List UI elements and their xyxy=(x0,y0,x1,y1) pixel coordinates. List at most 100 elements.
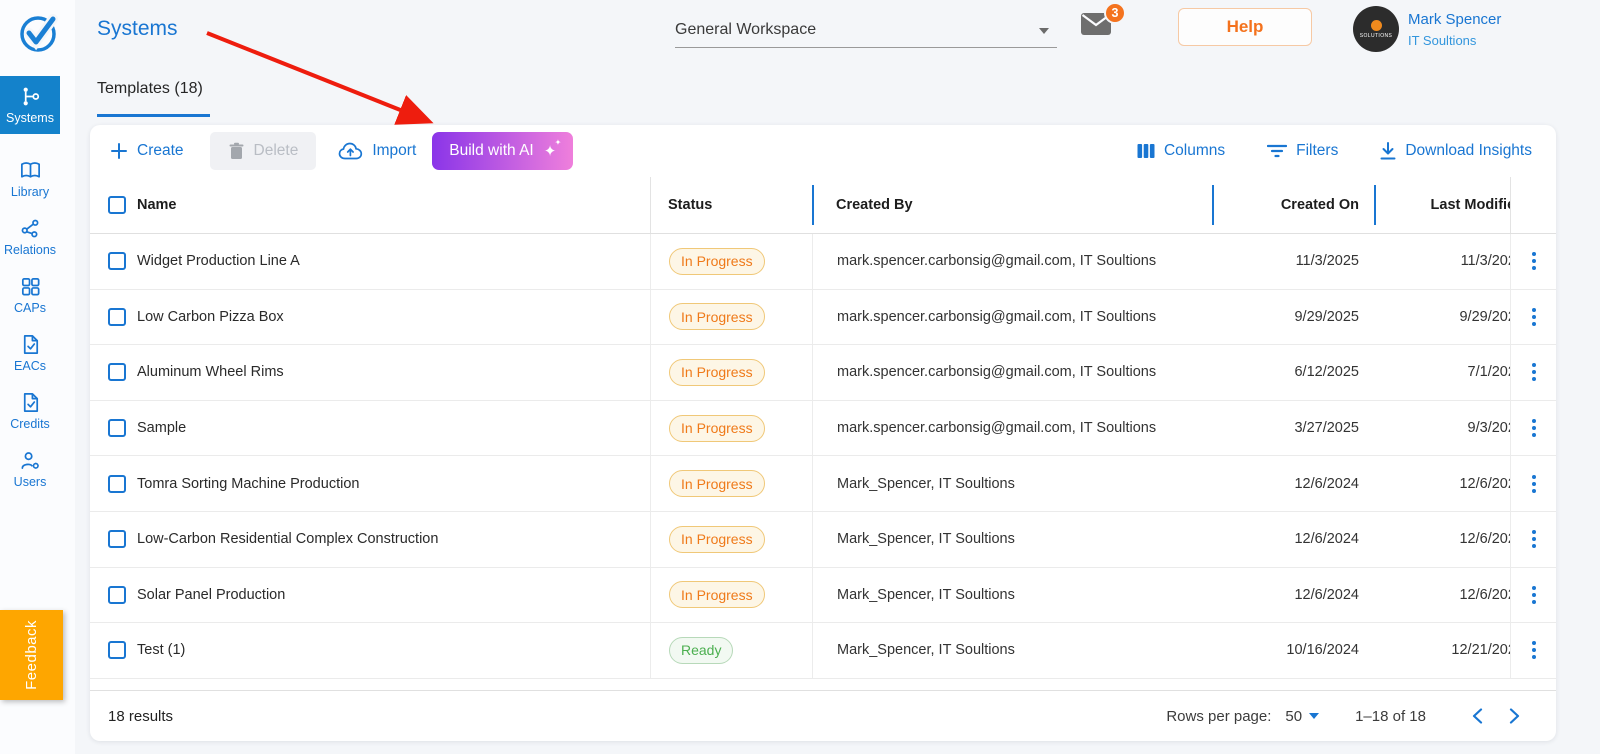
help-button[interactable]: Help xyxy=(1178,8,1312,46)
table-row[interactable]: Sample In Progress mark.spencer.carbonsi… xyxy=(90,401,1556,457)
status-badge: In Progress xyxy=(669,581,765,608)
row-created-on: 12/6/2024 xyxy=(1294,587,1359,603)
download-insights-button[interactable]: Download Insights xyxy=(1380,142,1532,160)
row-last-modified: 7/1/2025 xyxy=(1374,364,1510,380)
row-created-by: mark.spencer.carbonsig@gmail.com, IT Sou… xyxy=(837,309,1156,325)
row-name: Aluminum Wheel Rims xyxy=(137,364,284,380)
row-checkbox[interactable] xyxy=(108,363,126,381)
rows-per-page-label: Rows per page: xyxy=(1166,708,1271,725)
row-name: Low-Carbon Residential Complex Construct… xyxy=(137,531,438,547)
row-created-by: mark.spencer.carbonsig@gmail.com, IT Sou… xyxy=(837,253,1156,269)
row-last-modified: 11/3/2025 xyxy=(1374,253,1510,269)
sidebar-item-systems[interactable]: Systems xyxy=(0,76,60,134)
rows-per-page-select[interactable]: 50 xyxy=(1285,708,1319,725)
table-row[interactable]: Low-Carbon Residential Complex Construct… xyxy=(90,512,1556,568)
columns-button[interactable]: Columns xyxy=(1137,142,1225,160)
status-badge: In Progress xyxy=(669,415,765,442)
sidebar-item-users[interactable]: Users xyxy=(0,440,60,498)
import-button[interactable]: Import xyxy=(338,142,416,160)
sidebar-item-label: Credits xyxy=(10,417,50,431)
column-resize-divider[interactable] xyxy=(1374,185,1376,225)
chevron-left-icon xyxy=(1472,708,1483,724)
row-actions-menu-button[interactable] xyxy=(1510,401,1556,456)
table-row[interactable]: Test (1) Ready Mark_Spencer, IT Soultion… xyxy=(90,623,1556,679)
mail-button[interactable]: 3 xyxy=(1080,12,1116,46)
sidebar-item-caps[interactable]: CAPs xyxy=(0,266,60,324)
row-name: Sample xyxy=(137,420,186,436)
row-checkbox[interactable] xyxy=(108,530,126,548)
column-header-last-modified[interactable]: Last Modified xyxy=(1374,197,1510,213)
sidebar-item-relations[interactable]: Relations xyxy=(0,208,60,266)
row-actions-menu-button[interactable] xyxy=(1510,623,1556,678)
row-checkbox[interactable] xyxy=(108,475,126,493)
row-checkbox[interactable] xyxy=(108,641,126,659)
row-actions-menu-button[interactable] xyxy=(1510,290,1556,345)
row-actions-menu-button[interactable] xyxy=(1510,456,1556,511)
feedback-label: Feedback xyxy=(23,620,40,690)
row-created-on: 6/12/2025 xyxy=(1294,364,1359,380)
status-badge: In Progress xyxy=(669,359,765,386)
molecule-icon xyxy=(19,217,42,240)
filters-button[interactable]: Filters xyxy=(1267,142,1338,160)
column-divider xyxy=(650,177,651,233)
table-row[interactable]: Solar Panel Production In Progress Mark_… xyxy=(90,568,1556,624)
row-checkbox[interactable] xyxy=(108,252,126,270)
build-with-ai-button[interactable]: Build with AI ✦✦ xyxy=(432,132,573,170)
status-badge: In Progress xyxy=(669,470,765,497)
table-row[interactable]: Widget Production Line A In Progress mar… xyxy=(90,234,1556,290)
kebab-menu-icon xyxy=(1532,363,1536,381)
column-header-status[interactable]: Status xyxy=(668,197,712,213)
delete-label: Delete xyxy=(254,142,299,160)
row-created-on: 10/16/2024 xyxy=(1286,642,1359,658)
column-header-created-on[interactable]: Created On xyxy=(1281,197,1359,213)
row-actions-menu-button[interactable] xyxy=(1510,345,1556,400)
table-row[interactable]: Low Carbon Pizza Box In Progress mark.sp… xyxy=(90,290,1556,346)
row-actions-menu-button[interactable] xyxy=(1510,234,1556,289)
column-header-created-by[interactable]: Created By xyxy=(836,197,913,213)
delete-button[interactable]: Delete xyxy=(210,132,317,170)
row-last-modified: 9/3/2025 xyxy=(1374,420,1510,436)
row-actions-menu-button[interactable] xyxy=(1510,512,1556,567)
tab-templates[interactable]: Templates (18) xyxy=(97,80,203,98)
table-row[interactable]: Tomra Sorting Machine Production In Prog… xyxy=(90,456,1556,512)
sidebar-item-credits[interactable]: Credits xyxy=(0,382,60,440)
create-button[interactable]: Create xyxy=(110,142,184,160)
table-body: Widget Production Line A In Progress mar… xyxy=(90,234,1556,690)
table-row[interactable]: Aluminum Wheel Rims In Progress mark.spe… xyxy=(90,345,1556,401)
column-resize-divider[interactable] xyxy=(1212,185,1214,225)
sidebar-item-eacs[interactable]: EACs xyxy=(0,324,60,382)
kebab-menu-icon xyxy=(1532,419,1536,437)
row-checkbox[interactable] xyxy=(108,308,126,326)
user-profile[interactable]: SOLUTIONS Mark Spencer IT Soultions xyxy=(1353,6,1501,52)
status-badge: In Progress xyxy=(669,248,765,275)
cloud-upload-icon xyxy=(338,142,363,160)
feedback-tab[interactable]: Feedback xyxy=(0,610,63,700)
column-resize-divider[interactable] xyxy=(812,185,814,225)
download-insights-label: Download Insights xyxy=(1405,142,1532,160)
kebab-menu-icon xyxy=(1532,308,1536,326)
column-header-name[interactable]: Name xyxy=(137,197,177,213)
select-all-checkbox[interactable] xyxy=(108,196,126,214)
sidebar-item-library[interactable]: Library xyxy=(0,150,60,208)
row-created-by: Mark_Spencer, IT Soultions xyxy=(837,642,1015,658)
status-badge: Ready xyxy=(669,637,733,664)
workspace-select-value: General Workspace xyxy=(675,21,816,39)
filter-icon xyxy=(1267,144,1287,158)
sidebar-item-label: Systems xyxy=(6,111,54,125)
row-checkbox[interactable] xyxy=(108,419,126,437)
rows-per-page-value: 50 xyxy=(1285,708,1302,725)
row-checkbox[interactable] xyxy=(108,586,126,604)
app-logo-check-circle-icon xyxy=(13,6,65,58)
help-label: Help xyxy=(1227,17,1264,37)
next-page-button[interactable] xyxy=(1503,708,1526,724)
row-actions-menu-button[interactable] xyxy=(1510,568,1556,623)
create-label: Create xyxy=(137,142,184,160)
user-org: IT Soultions xyxy=(1408,33,1501,48)
user-name: Mark Spencer xyxy=(1408,11,1501,28)
workspace-select[interactable]: General Workspace xyxy=(675,12,1057,48)
status-badge: In Progress xyxy=(669,303,765,330)
previous-page-button[interactable] xyxy=(1466,708,1489,724)
avatar-logo-text: SOLUTIONS xyxy=(1360,33,1393,39)
columns-label: Columns xyxy=(1164,142,1225,160)
column-divider xyxy=(1510,177,1511,233)
